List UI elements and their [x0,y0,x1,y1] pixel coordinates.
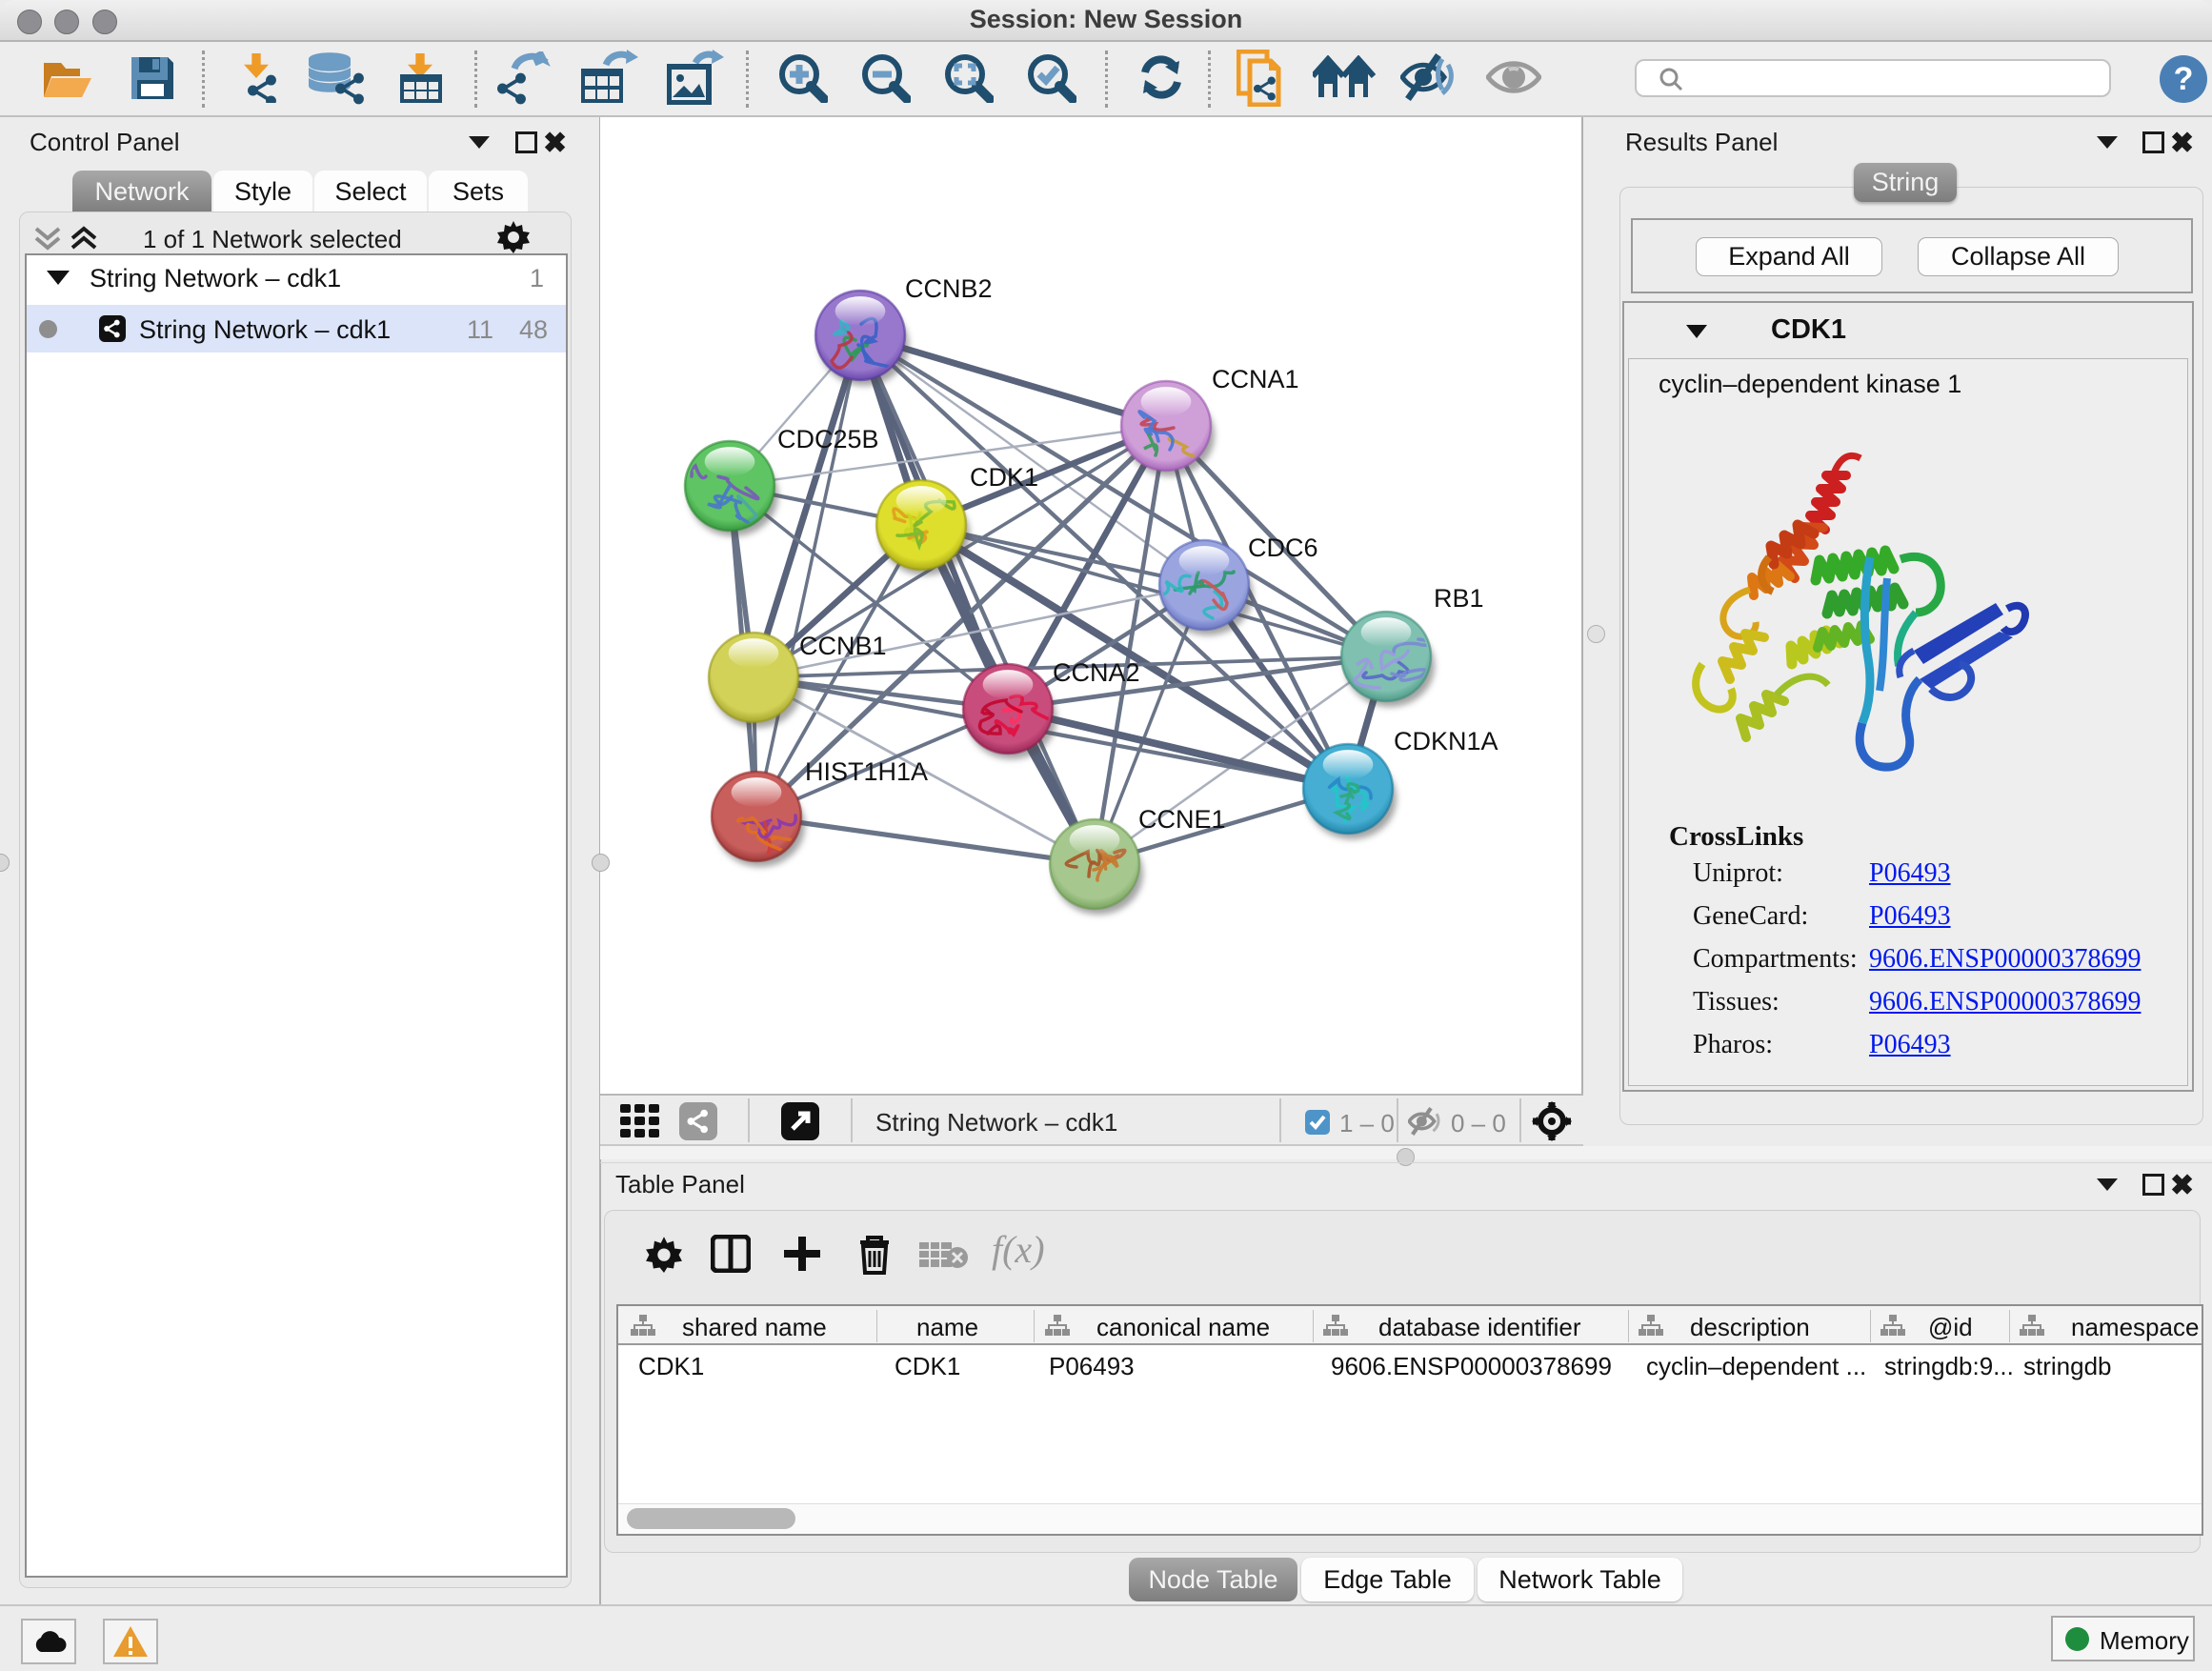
svg-text:CCNB1: CCNB1 [799,632,887,660]
svg-text:CCNA2: CCNA2 [1053,658,1140,687]
svg-text:CDC25B: CDC25B [777,425,879,453]
svg-text:CDKN1A: CDKN1A [1394,727,1498,755]
svg-text:CCNA1: CCNA1 [1212,365,1299,393]
svg-text:CDK1: CDK1 [970,463,1038,492]
svg-text:CCNE1: CCNE1 [1138,805,1226,834]
svg-text:CCNB2: CCNB2 [905,274,993,303]
svg-text:HIST1H1A: HIST1H1A [805,757,928,786]
svg-text:CDC6: CDC6 [1248,534,1318,562]
svg-text:RB1: RB1 [1434,584,1484,613]
